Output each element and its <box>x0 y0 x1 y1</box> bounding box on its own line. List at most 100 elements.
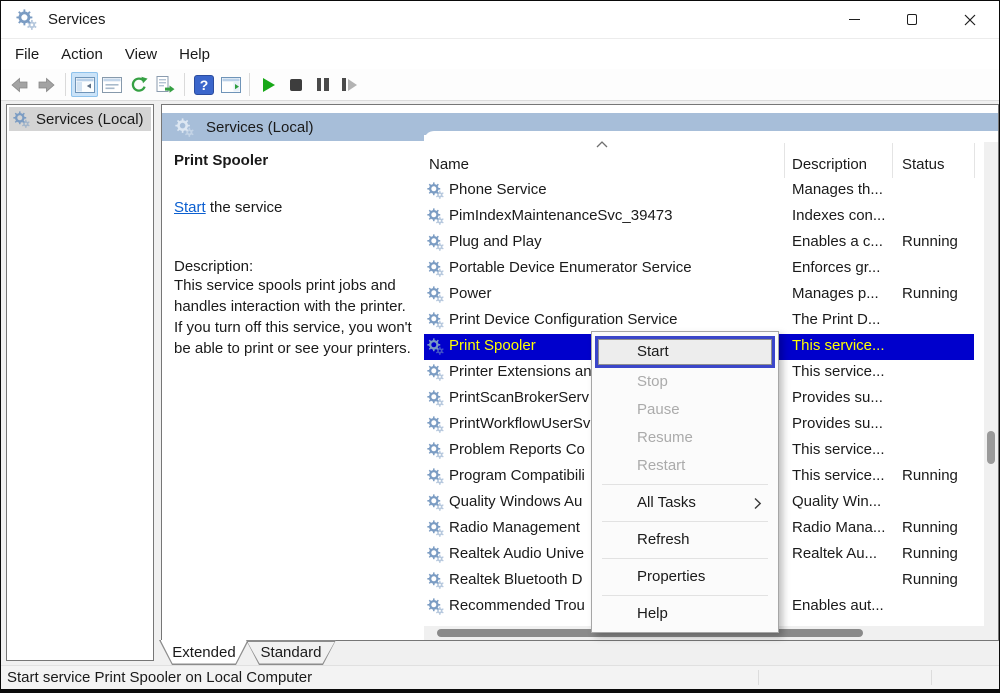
properties-button[interactable] <box>98 72 125 97</box>
context-menu-item-resume[interactable]: Resume <box>592 424 778 452</box>
start-service-button[interactable] <box>255 72 282 97</box>
back-icon <box>11 77 28 93</box>
extended-info-pane: Print Spooler Start the service Descript… <box>163 142 423 625</box>
show-action-pane-button[interactable] <box>217 72 244 97</box>
stop-service-button[interactable] <box>282 72 309 97</box>
column-header-name[interactable]: Name <box>429 156 469 173</box>
minimize-button[interactable] <box>825 1 883 38</box>
toolbar-separator <box>249 73 250 96</box>
start-service-icon <box>263 78 275 92</box>
service-action-line: Start the service <box>174 199 413 216</box>
context-menu-item-start[interactable]: Start <box>595 336 775 368</box>
context-menu-item-label: Properties <box>637 568 705 585</box>
help-button[interactable]: ? <box>190 72 217 97</box>
service-gear-icon <box>427 234 444 251</box>
vertical-scrollbar[interactable] <box>984 142 998 640</box>
column-separator[interactable] <box>974 143 975 178</box>
service-name: Realtek Audio Unive <box>449 545 584 562</box>
services-app-icon <box>16 9 37 30</box>
service-gear-icon <box>427 494 444 511</box>
service-gear-icon <box>427 260 444 277</box>
show-console-tree-button[interactable] <box>71 72 98 97</box>
context-menu-item-pause[interactable]: Pause <box>592 396 778 424</box>
service-description: Manages th... <box>792 181 883 198</box>
back-button[interactable] <box>6 72 33 97</box>
services-window: Services File Action View Help <box>1 1 999 689</box>
service-name: Print Spooler <box>449 337 536 354</box>
service-name: Portable Device Enumerator Service <box>449 259 692 276</box>
status-bar-separator <box>931 670 932 685</box>
menu-action[interactable]: Action <box>50 43 114 66</box>
pane-header-label: Services (Local) <box>206 119 314 136</box>
vertical-scrollbar-thumb[interactable] <box>987 431 995 464</box>
service-action-suffix: the service <box>206 199 283 216</box>
maximize-button[interactable] <box>883 1 941 38</box>
service-status: Running <box>902 233 958 250</box>
services-header-icon <box>175 118 194 137</box>
tab-standard[interactable]: Standard <box>246 640 336 665</box>
context-menu-item-label: Help <box>637 605 668 622</box>
forward-button[interactable] <box>33 72 60 97</box>
service-gear-icon <box>427 208 444 225</box>
service-description: The Print D... <box>792 311 880 328</box>
context-menu-item-label: Pause <box>637 401 680 418</box>
service-description: Indexes con... <box>792 207 885 224</box>
service-description: Enables a c... <box>792 233 883 250</box>
service-gear-icon <box>427 572 444 589</box>
action-pane-icon <box>221 77 241 93</box>
service-row[interactable]: Portable Device Enumerator Service Enfor… <box>424 256 974 282</box>
context-menu-item-stop[interactable]: Stop <box>592 368 778 396</box>
svg-text:?: ? <box>199 77 208 93</box>
service-row[interactable]: Plug and Play Enables a c... Running <box>424 230 974 256</box>
column-separator[interactable] <box>784 143 785 178</box>
context-menu-item-refresh[interactable]: Refresh <box>592 526 778 554</box>
menu-file[interactable]: File <box>4 43 50 66</box>
services-node-icon <box>13 111 30 128</box>
status-text: Start service Print Spooler on Local Com… <box>7 669 312 686</box>
maximize-icon <box>907 14 918 25</box>
service-gear-icon <box>427 468 444 485</box>
pause-service-button[interactable] <box>309 72 336 97</box>
service-status: Running <box>902 571 958 588</box>
menu-bar: File Action View Help <box>1 40 999 69</box>
tree-item-services-local[interactable]: Services (Local) <box>9 107 151 131</box>
start-service-link[interactable]: Start <box>174 199 206 216</box>
context-menu-separator <box>602 484 768 485</box>
context-menu-item-help[interactable]: Help <box>592 600 778 628</box>
toolbar-separator <box>65 73 66 96</box>
pause-service-icon <box>317 78 329 91</box>
context-menu-item-all-tasks[interactable]: All Tasks <box>592 489 778 517</box>
service-gear-icon <box>427 390 444 407</box>
service-status: Running <box>902 285 958 302</box>
status-bar: Start service Print Spooler on Local Com… <box>1 665 999 689</box>
service-description: Manages p... <box>792 285 879 302</box>
service-row[interactable]: Phone Service Manages th... <box>424 178 974 204</box>
submenu-arrow-icon <box>754 497 762 510</box>
minimize-icon <box>849 19 860 20</box>
tab-extended[interactable]: Extended <box>159 640 249 665</box>
column-separator[interactable] <box>892 143 893 178</box>
service-gear-icon <box>427 416 444 433</box>
menu-help[interactable]: Help <box>168 43 221 66</box>
service-gear-icon <box>427 520 444 537</box>
column-header-status[interactable]: Status <box>902 156 945 173</box>
restart-service-button[interactable] <box>336 72 363 97</box>
service-description: Provides su... <box>792 415 883 432</box>
context-menu-item-properties[interactable]: Properties <box>592 563 778 591</box>
sort-ascending-icon <box>596 141 608 148</box>
service-status: Running <box>902 545 958 562</box>
column-header-description[interactable]: Description <box>792 156 867 173</box>
service-description: Enforces gr... <box>792 259 880 276</box>
close-button[interactable] <box>941 1 999 38</box>
service-gear-icon <box>427 598 444 615</box>
refresh-button[interactable] <box>125 72 152 97</box>
context-menu-item-label: Stop <box>637 373 668 390</box>
export-list-button[interactable] <box>152 72 179 97</box>
service-row[interactable]: PimIndexMaintenanceSvc_39473 Indexes con… <box>424 204 974 230</box>
description-label: Description: <box>174 258 413 275</box>
service-name: Plug and Play <box>449 233 542 250</box>
menu-view[interactable]: View <box>114 43 168 66</box>
service-row[interactable]: Power Manages p... Running <box>424 282 974 308</box>
context-menu-item-restart[interactable]: Restart <box>592 452 778 480</box>
context-menu-item-label: Start <box>637 343 669 360</box>
